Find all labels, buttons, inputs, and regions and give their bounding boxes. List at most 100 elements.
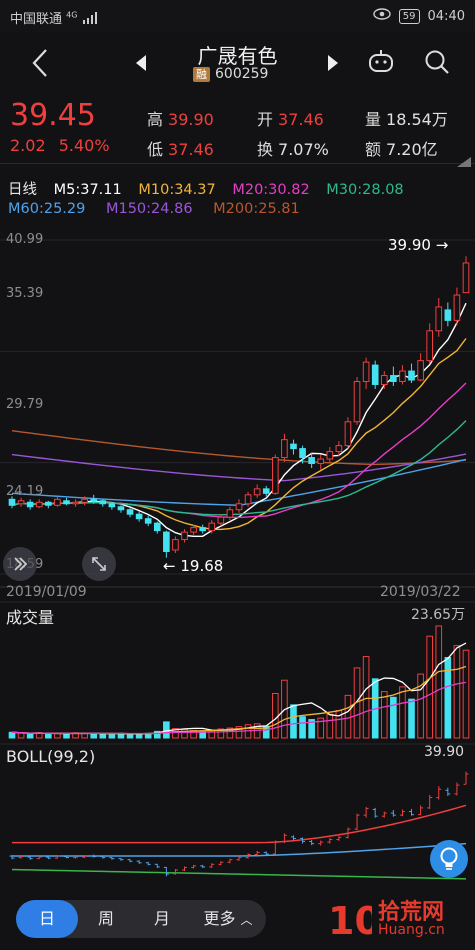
candle-body xyxy=(435,306,443,332)
ma30-label: M30:28.08 xyxy=(326,182,404,198)
expand-arrows-icon xyxy=(92,557,106,571)
vol-ma10-line xyxy=(11,665,467,735)
stock-code-row: 融 600259 xyxy=(193,66,268,82)
low-item: 低 37.46 xyxy=(147,136,214,160)
ma60-label: M60:25.29 xyxy=(8,201,86,217)
battery-indicator: 59 xyxy=(398,8,420,24)
status-bar: 中国联通 4G 59 04:40 xyxy=(0,0,475,32)
boll-chart[interactable] xyxy=(0,742,475,888)
candle-body xyxy=(417,360,424,381)
chevron-up-icon: ︿ xyxy=(240,913,253,927)
volume-bar xyxy=(326,713,334,739)
volume-bar xyxy=(426,635,433,739)
y-tick-label: 24.19 xyxy=(6,484,44,499)
vol-ma20-line xyxy=(11,681,467,735)
network-type: 4G xyxy=(66,10,78,20)
tab-week[interactable]: 周 xyxy=(78,900,134,938)
candle-body xyxy=(144,518,152,524)
search-icon[interactable] xyxy=(424,49,450,79)
candle-body xyxy=(108,503,116,508)
volume-item: 量 18.54万 xyxy=(365,106,448,130)
low-marker: ← 19.68 xyxy=(163,557,223,575)
candle-body xyxy=(262,488,270,494)
volume-bar xyxy=(63,733,70,739)
candle-body xyxy=(181,531,188,541)
y-tick-label: 35.39 xyxy=(6,286,44,301)
tab-more-label: 更多 xyxy=(203,909,236,928)
low-marker-value: 19.68 xyxy=(180,557,224,575)
candle-body xyxy=(63,500,70,505)
arrow-left-icon: ← xyxy=(163,557,176,575)
ma20-label: M20:30.82 xyxy=(232,182,310,198)
candle-body xyxy=(281,439,288,459)
swipe-left-button[interactable] xyxy=(3,547,37,581)
volume-bar xyxy=(380,691,388,739)
volume-bar xyxy=(163,721,170,739)
volume-label: 量 xyxy=(365,110,382,129)
volume-bar xyxy=(299,716,306,739)
fullscreen-button[interactable] xyxy=(82,547,116,581)
amount-item: 额 7.20亿 xyxy=(365,136,438,160)
price-change: 2.02 5.40% xyxy=(10,136,110,155)
candle-body xyxy=(199,527,206,532)
tab-month[interactable]: 月 xyxy=(134,900,190,938)
candle-body xyxy=(153,522,161,532)
ma200-label: M200:25.81 xyxy=(213,201,300,217)
turnover-item: 换 7.07% xyxy=(257,136,329,160)
candle-body xyxy=(126,509,134,515)
candle-body xyxy=(172,539,179,551)
candle-body xyxy=(444,309,452,321)
candle-body xyxy=(208,522,216,532)
volume-chart[interactable] xyxy=(0,600,475,740)
expand-corner-icon[interactable] xyxy=(457,152,471,171)
robot-assistant-icon[interactable] xyxy=(367,49,395,79)
amount-label: 额 xyxy=(365,140,382,159)
candle-body xyxy=(353,381,361,423)
next-stock-icon[interactable] xyxy=(327,54,339,76)
candle-body xyxy=(190,527,197,533)
last-price: 39.45 xyxy=(10,98,96,133)
candle-body xyxy=(317,458,325,465)
candle-body xyxy=(299,448,306,459)
tab-more[interactable]: 更多 ︿ xyxy=(190,900,266,938)
low-label: 低 xyxy=(147,140,164,159)
period-label[interactable]: 日线 xyxy=(8,182,37,198)
y-tick-label: 29.79 xyxy=(6,397,44,412)
volume-bar xyxy=(399,686,406,739)
volume-bar xyxy=(8,731,16,739)
candle-body xyxy=(90,498,98,502)
volume-bar xyxy=(126,733,134,739)
candle-body xyxy=(272,457,279,494)
ma150-label: M150:24.86 xyxy=(105,201,193,217)
idea-button[interactable] xyxy=(430,840,468,878)
candle-body xyxy=(380,375,388,385)
watermark-site: Huang.cn xyxy=(378,922,445,938)
open-value: 37.46 xyxy=(278,110,324,129)
stock-code: 600259 xyxy=(215,66,269,82)
ma10-label: M10:34.37 xyxy=(138,182,216,198)
ma5-label: M5:37.11 xyxy=(53,182,122,198)
candlestick-chart[interactable] xyxy=(0,222,475,592)
candle-body xyxy=(72,501,79,505)
ma-legend-row-1: 日线 M5:37.11 M10:34.37 M20:30.82 M30:28.0… xyxy=(8,178,404,199)
tab-day[interactable]: 日 xyxy=(16,900,78,938)
candle-body xyxy=(163,531,170,552)
volume-bar xyxy=(435,625,443,739)
watermark-ten-icon: 10 xyxy=(328,899,381,943)
svg-text:10: 10 xyxy=(328,899,372,942)
boll-lower-line xyxy=(11,868,467,880)
candle-body xyxy=(99,500,107,505)
candle-body xyxy=(335,445,343,453)
vol-ma5-line xyxy=(11,642,467,735)
volume-bar xyxy=(272,692,279,739)
candle-body xyxy=(135,513,143,520)
turnover-value: 7.07% xyxy=(278,140,329,159)
candle-body xyxy=(453,294,461,321)
stock-name: 广晟有色 xyxy=(197,44,278,68)
candle-body xyxy=(344,421,352,447)
volume-bar xyxy=(408,698,415,739)
candle-body xyxy=(54,498,61,506)
volume-bar xyxy=(26,733,34,739)
volume-bar xyxy=(108,733,116,739)
candle-body xyxy=(290,443,297,450)
